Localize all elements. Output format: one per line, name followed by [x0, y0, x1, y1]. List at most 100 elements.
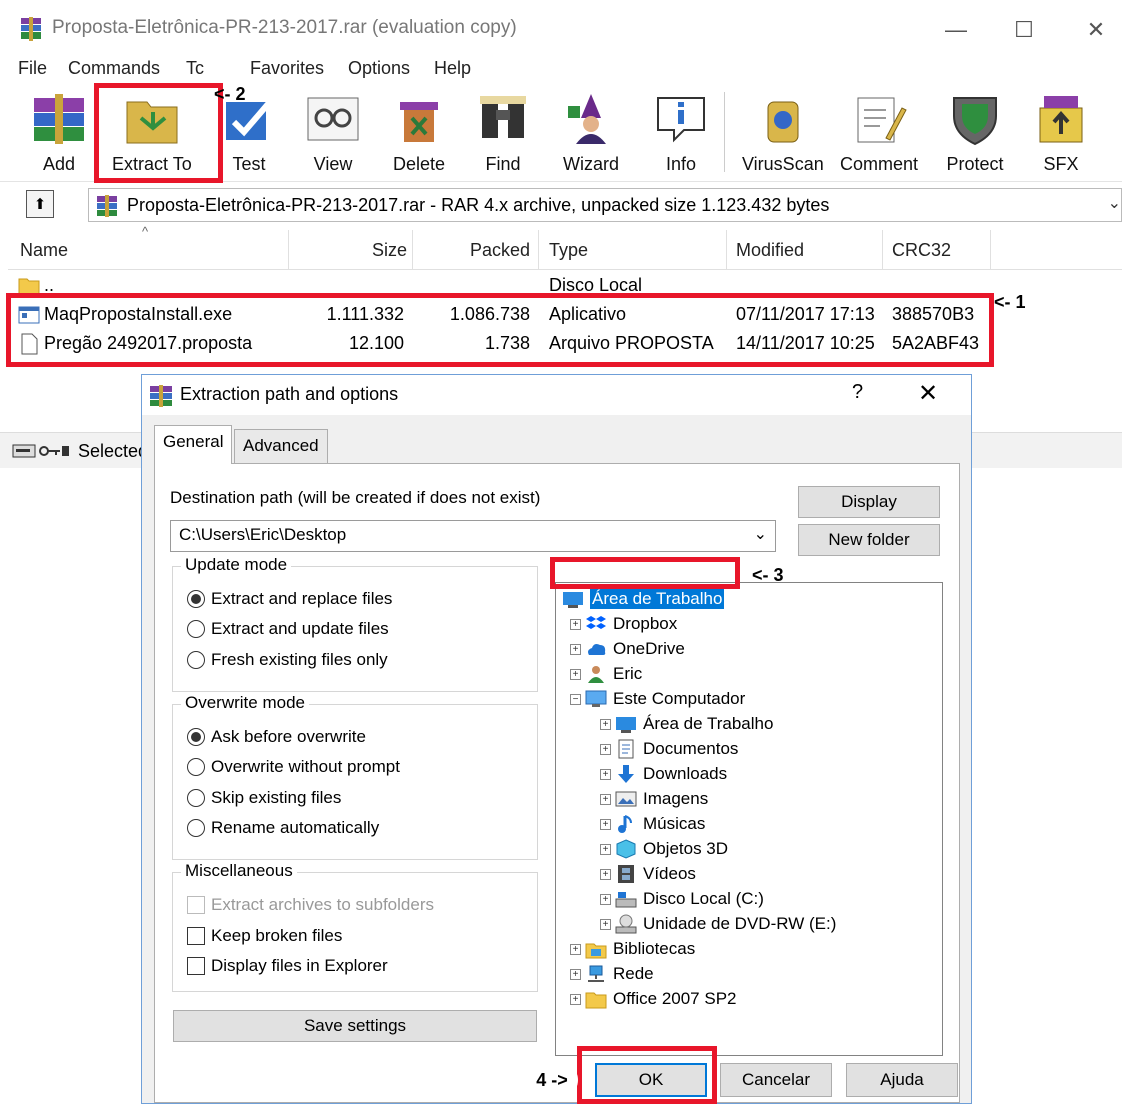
column-crc32[interactable]: CRC32 — [892, 240, 951, 261]
wizard-button[interactable]: Wizard — [560, 88, 622, 178]
radio-rename-automatically[interactable]: Rename automatically — [187, 818, 379, 838]
tab-advanced[interactable]: Advanced — [234, 429, 328, 463]
save-settings-button[interactable]: Save settings — [173, 1010, 537, 1042]
help-button[interactable]: Ajuda — [846, 1063, 958, 1097]
up-folder-button[interactable]: ⬆ — [26, 190, 54, 218]
expand-icon[interactable]: + — [600, 818, 611, 830]
radio-overwrite-without-prompt[interactable]: Overwrite without prompt — [187, 757, 400, 777]
column-divider[interactable] — [990, 230, 991, 270]
dialog-help-button[interactable]: ? — [852, 381, 863, 404]
drive-key-icon — [12, 444, 69, 458]
dialog-body: General Advanced Destination path (will … — [142, 415, 971, 1103]
find-button[interactable]: Find — [472, 88, 534, 178]
radio-skip-existing[interactable]: Skip existing files — [187, 788, 341, 808]
column-divider[interactable] — [882, 230, 883, 270]
column-divider[interactable] — [288, 230, 289, 270]
radio-unchecked-icon — [187, 651, 205, 669]
menu-bar: File Commands Tc Favorites Options Help — [0, 56, 1122, 84]
file-row[interactable]: Pregão 2492017.proposta 12.100 1.738 Arq… — [8, 330, 1122, 359]
tree-item-network[interactable]: + Rede — [570, 962, 654, 986]
checkbox-keep-broken[interactable]: Keep broken files — [187, 926, 342, 946]
menu-help[interactable]: Help — [434, 58, 471, 79]
column-size[interactable]: Size — [372, 240, 407, 261]
tree-item-eric[interactable]: + Eric — [570, 662, 642, 686]
virusscan-button[interactable]: VirusScan — [742, 88, 824, 178]
tree-item-office[interactable]: + Office 2007 SP2 — [570, 987, 737, 1011]
ok-button[interactable]: OK — [595, 1063, 707, 1097]
expand-icon[interactable]: + — [570, 618, 581, 630]
menu-favorites[interactable]: Favorites — [250, 58, 324, 79]
expand-icon[interactable]: + — [570, 943, 581, 955]
view-button[interactable]: View — [302, 88, 364, 178]
tree-item-desktop-root[interactable]: Área de Trabalho — [562, 587, 725, 611]
collapse-icon[interactable]: − — [570, 693, 581, 705]
tree-item-libraries[interactable]: + Bibliotecas — [570, 937, 695, 961]
column-name[interactable]: Name — [20, 240, 68, 261]
radio-extract-update[interactable]: Extract and update files — [187, 619, 389, 639]
radio-extract-replace[interactable]: Extract and replace files — [187, 589, 392, 609]
dialog-close-button[interactable]: ✕ — [918, 379, 938, 408]
tree-item-local-disk[interactable]: + Disco Local (C:) — [600, 887, 764, 911]
sfx-button[interactable]: SFX — [1030, 88, 1092, 178]
wizard-icon — [568, 94, 606, 144]
close-button[interactable]: ✕ — [1066, 10, 1122, 50]
maximize-button[interactable]: ☐ — [994, 10, 1054, 50]
file-row[interactable]: MaqPropostaInstall.exe 1.111.332 1.086.7… — [8, 301, 1122, 330]
menu-tools[interactable]: Tc — [186, 58, 204, 79]
expand-icon[interactable]: + — [600, 868, 611, 880]
column-packed[interactable]: Packed — [470, 240, 530, 261]
column-divider[interactable] — [412, 230, 413, 270]
archive-path-combo[interactable]: Proposta-Eletrônica-PR-213-2017.rar - RA… — [88, 188, 1122, 222]
info-button[interactable]: Info — [650, 88, 712, 178]
column-divider[interactable] — [538, 230, 539, 270]
tree-item-onedrive[interactable]: + OneDrive — [570, 637, 685, 661]
expand-icon[interactable]: + — [570, 668, 581, 680]
menu-options[interactable]: Options — [348, 58, 410, 79]
tree-item-pictures[interactable]: + Imagens — [600, 787, 708, 811]
expand-icon[interactable]: + — [600, 768, 611, 780]
menu-file[interactable]: File — [18, 58, 47, 79]
expand-icon[interactable]: + — [570, 968, 581, 980]
chevron-down-icon[interactable]: ⌄ — [1108, 193, 1121, 213]
computer-icon — [585, 690, 607, 707]
expand-icon[interactable]: + — [600, 743, 611, 755]
comment-button[interactable]: Comment — [840, 88, 918, 178]
destination-path-input[interactable]: C:\Users\Eric\Desktop ⌄ — [170, 520, 776, 552]
expand-icon[interactable]: + — [570, 993, 581, 1005]
protect-button[interactable]: Protect — [944, 88, 1006, 178]
tab-general[interactable]: General — [154, 425, 233, 464]
tree-item-documents[interactable]: + Documentos — [600, 737, 738, 761]
delete-button[interactable]: Delete — [388, 88, 450, 178]
cancel-button[interactable]: Cancelar — [720, 1063, 832, 1097]
expand-icon[interactable]: + — [600, 718, 611, 730]
radio-fresh-existing[interactable]: Fresh existing files only — [187, 650, 388, 670]
column-divider[interactable] — [726, 230, 727, 270]
column-modified[interactable]: Modified — [736, 240, 804, 261]
menu-commands[interactable]: Commands — [68, 58, 160, 79]
folder-tree[interactable]: Área de Trabalho + Dropbox + OneDrive + … — [555, 582, 943, 1056]
tree-item-desktop[interactable]: + Área de Trabalho — [600, 712, 773, 736]
expand-icon[interactable]: + — [600, 893, 611, 905]
extract-to-button[interactable]: Extract To — [112, 88, 192, 178]
minimize-button[interactable]: — — [926, 10, 986, 50]
chevron-down-icon[interactable]: ⌄ — [754, 524, 767, 544]
column-type[interactable]: Type — [549, 240, 588, 261]
expand-icon[interactable]: + — [600, 918, 611, 930]
tree-item-music[interactable]: + Músicas — [600, 812, 705, 836]
download-arrow-icon — [618, 765, 634, 783]
add-button[interactable]: Add — [28, 88, 90, 178]
file-row-parent[interactable]: .. Disco Local — [8, 272, 1122, 301]
expand-icon[interactable]: + — [570, 643, 581, 655]
tree-item-downloads[interactable]: + Downloads — [600, 762, 727, 786]
checkbox-display-in-explorer[interactable]: Display files in Explorer — [187, 956, 388, 976]
tree-item-dvd-drive[interactable]: + Unidade de DVD-RW (E:) — [600, 912, 836, 936]
tree-item-3d-objects[interactable]: + Objetos 3D — [600, 837, 728, 861]
new-folder-button[interactable]: New folder — [798, 524, 940, 556]
tree-item-dropbox[interactable]: + Dropbox — [570, 612, 677, 636]
expand-icon[interactable]: + — [600, 843, 611, 855]
tree-item-this-pc[interactable]: − Este Computador — [570, 687, 745, 711]
display-button[interactable]: Display — [798, 486, 940, 518]
expand-icon[interactable]: + — [600, 793, 611, 805]
tree-item-videos[interactable]: + Vídeos — [600, 862, 696, 886]
radio-ask-before-overwrite[interactable]: Ask before overwrite — [187, 727, 366, 747]
